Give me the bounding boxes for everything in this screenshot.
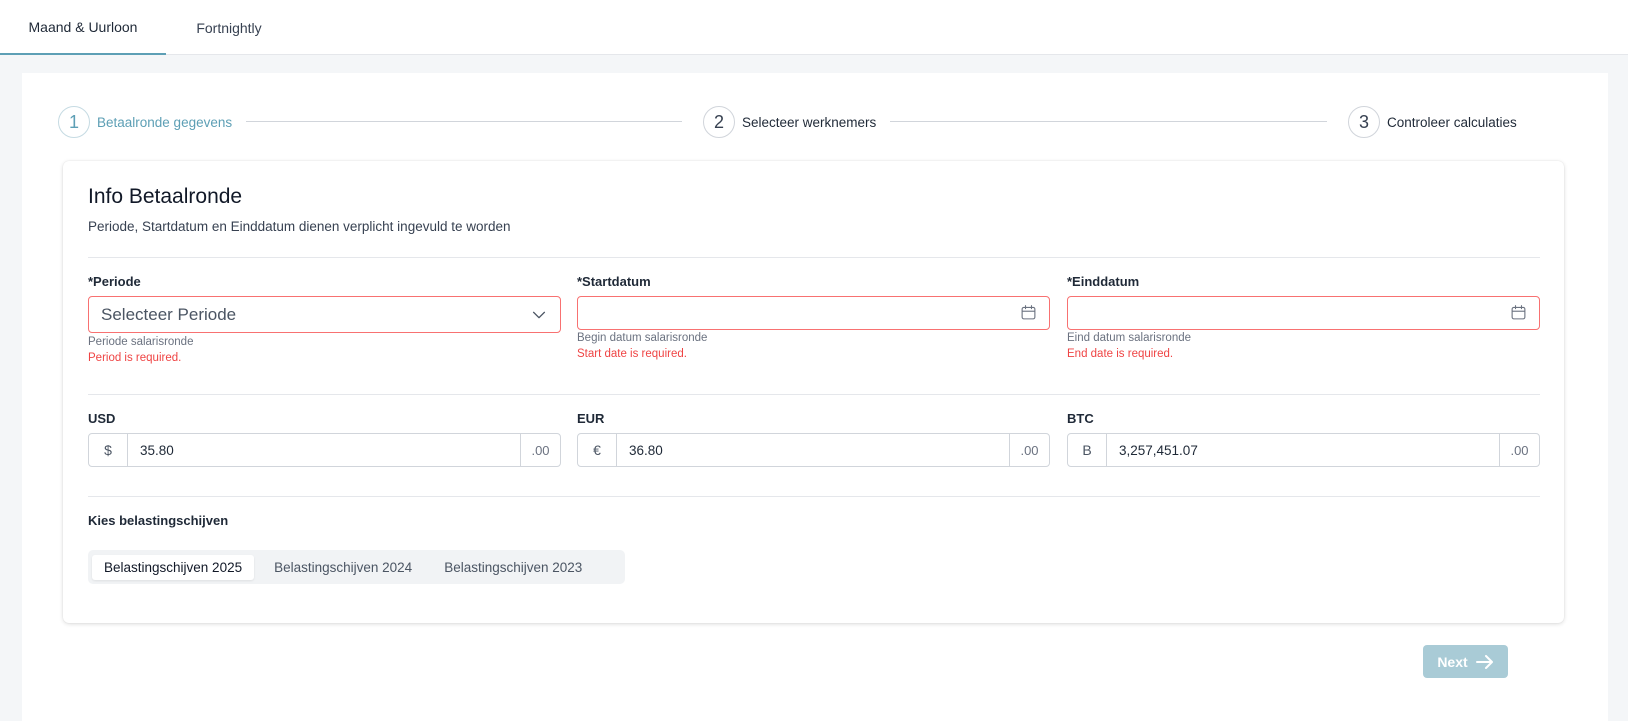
bitcoin-icon: B (1068, 434, 1107, 466)
usd-suffix: .00 (520, 434, 560, 466)
arrow-right-icon (1475, 654, 1493, 669)
step-1-label: Betaalronde gegevens (97, 114, 233, 130)
next-label: Next (1437, 653, 1468, 670)
startdatum-error: Start date is required. (577, 348, 687, 360)
step-2-label: Selecteer werknemers (742, 114, 877, 130)
calendar-icon (1511, 305, 1526, 320)
dollar-icon: $ (89, 434, 128, 466)
usd-input-group: $ 35.80 .00 (88, 433, 561, 467)
tax-segmented-control: Belastingschijven 2025 Belastingschijven… (88, 550, 625, 584)
einddatum-label: *Einddatum (1067, 274, 1140, 289)
eur-input-group: € 36.80 .00 (577, 433, 1050, 467)
einddatum-help: Eind datum salarisronde (1067, 332, 1192, 344)
eur-input[interactable]: 36.80 (617, 434, 1009, 466)
btc-suffix: .00 (1499, 434, 1539, 466)
card-subtitle: Periode, Startdatum en Einddatum dienen … (88, 219, 511, 234)
divider (88, 496, 1540, 497)
startdatum-help: Begin datum salarisronde (577, 332, 708, 344)
eur-label: EUR (577, 411, 605, 426)
step-2[interactable]: 2 Selecteer werknemers (703, 106, 876, 138)
btc-input[interactable]: 3,257,451.07 (1107, 434, 1499, 466)
periode-select[interactable]: Selecteer Periode (88, 296, 561, 333)
tax-option-2023[interactable]: Belastingschijven 2023 (432, 555, 594, 580)
divider (88, 394, 1540, 395)
periode-label: *Periode (88, 274, 141, 289)
usd-input[interactable]: 35.80 (128, 434, 520, 466)
main-panel: 1 Betaalronde gegevens 2 Selecteer werkn… (22, 73, 1608, 721)
top-tab-bar: Maand & Uurloon Fortnightly (0, 0, 1628, 55)
tax-option-2025[interactable]: Belastingschijven 2025 (92, 554, 255, 580)
startdatum-input[interactable] (577, 296, 1050, 330)
euro-icon: € (578, 434, 617, 466)
info-betaalronde-card: Info Betaalronde Periode, Startdatum en … (63, 161, 1564, 623)
calendar-icon (1021, 305, 1036, 320)
chevron-down-icon (532, 311, 546, 319)
tax-label: Kies belastingschijven (88, 513, 229, 528)
tax-option-2024[interactable]: Belastingschijven 2024 (262, 555, 424, 580)
btc-label: BTC (1067, 411, 1094, 426)
periode-placeholder: Selecteer Periode (101, 305, 237, 324)
periode-error: Period is required. (88, 352, 182, 364)
step-3-number: 3 (1348, 106, 1380, 138)
usd-label: USD (88, 411, 116, 426)
step-1[interactable]: 1 Betaalronde gegevens (58, 106, 232, 138)
einddatum-input[interactable] (1067, 296, 1540, 330)
divider (88, 257, 1540, 258)
startdatum-label: *Startdatum (577, 274, 651, 289)
step-1-number: 1 (58, 106, 90, 138)
einddatum-error: End date is required. (1067, 348, 1174, 360)
next-button[interactable]: Next (1423, 645, 1508, 678)
eur-suffix: .00 (1009, 434, 1049, 466)
periode-help: Periode salarisronde (88, 336, 194, 348)
step-connector-2 (890, 121, 1327, 122)
step-2-number: 2 (703, 106, 735, 138)
tab-maand-uurloon[interactable]: Maand & Uurloon (0, 0, 166, 55)
step-connector-1 (246, 121, 682, 122)
card-title: Info Betaalronde (88, 185, 243, 208)
tab-fortnightly[interactable]: Fortnightly (166, 0, 292, 55)
step-3-label: Controleer calculaties (1387, 114, 1517, 130)
step-3[interactable]: 3 Controleer calculaties (1348, 106, 1517, 138)
btc-input-group: B 3,257,451.07 .00 (1067, 433, 1540, 467)
